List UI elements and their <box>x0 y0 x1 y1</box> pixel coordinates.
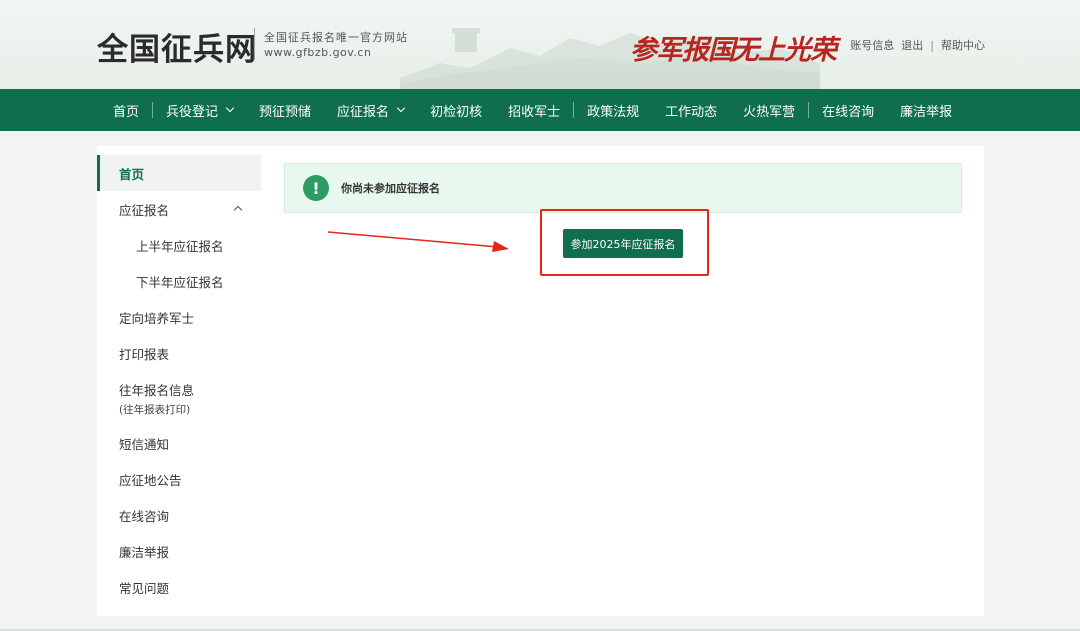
nav-home[interactable]: 首页 <box>100 89 152 131</box>
red-arrow-annotation <box>326 228 516 254</box>
account-info-link[interactable]: 账号信息 <box>850 37 894 53</box>
sidebar-item-enlistment[interactable]: 应征报名 <box>97 191 261 227</box>
chevron-down-icon <box>226 104 234 112</box>
sidebar-item-home[interactable]: 首页 <box>97 155 261 191</box>
sidebar-item-faq[interactable]: 常见问题 <box>97 569 261 605</box>
nav-initial-check[interactable]: 初检初核 <box>417 89 495 131</box>
help-center-link[interactable]: 帮助中心 <box>941 37 985 53</box>
nav-pre-recruit[interactable]: 预征预储 <box>246 89 324 131</box>
sidebar-item-integrity-report[interactable]: 廉洁举报 <box>97 533 261 569</box>
exclamation-icon: ! <box>303 175 329 201</box>
sidebar-item-second-half[interactable]: 下半年应征报名 <box>97 263 261 299</box>
logo-divider <box>254 28 255 60</box>
sidebar-item-print-forms[interactable]: 打印报表 <box>97 335 261 371</box>
alert-message: 你尚未参加应征报名 <box>341 180 440 196</box>
slogan-join-army: 参军报国 <box>630 28 734 67</box>
sidebar: 首页 应征报名 上半年应征报名 下半年应征报名 定向培养军士 打印报表 往年报名… <box>97 146 261 616</box>
chevron-up-icon <box>234 206 242 214</box>
main-nav: 首页 兵役登记 预征预储 应征报名 初检初核 招收军士 政策法规 工作动态 火热… <box>0 89 1080 131</box>
nav-recruit-sergeant[interactable]: 招收军士 <box>495 89 573 131</box>
nav-work-news[interactable]: 工作动态 <box>652 89 730 131</box>
sidebar-item-past-records-note: (往年报表打印) <box>119 402 190 417</box>
site-url: www.gfbzb.gov.cn <box>264 46 371 59</box>
slogan-glory: 无上光荣 <box>732 28 836 67</box>
site-subtitle: 全国征兵报名唯一官方网站 <box>264 29 408 45</box>
nav-enlistment-signup[interactable]: 应征报名 <box>324 89 417 131</box>
nav-military-registration[interactable]: 兵役登记 <box>153 89 246 131</box>
sidebar-item-local-notice[interactable]: 应征地公告 <box>97 461 261 497</box>
nav-policies[interactable]: 政策法规 <box>574 89 652 131</box>
sidebar-item-online-consult[interactable]: 在线咨询 <box>97 497 261 533</box>
chevron-down-icon <box>397 104 405 112</box>
site-title[interactable]: 全国征兵网 <box>97 24 257 69</box>
nav-military-camp[interactable]: 火热军营 <box>730 89 808 131</box>
not-registered-alert: ! 你尚未参加应征报名 <box>284 163 962 213</box>
logout-link[interactable]: 退出 <box>901 37 923 53</box>
top-links: 账号信息 退出 | 帮助中心 <box>850 37 985 53</box>
join-2025-enlistment-button[interactable]: 参加2025年应征报名 <box>563 229 683 258</box>
nav-online-consult[interactable]: 在线咨询 <box>809 89 887 131</box>
sidebar-item-directed-sergeant[interactable]: 定向培养军士 <box>97 299 261 335</box>
top-links-separator: | <box>930 39 934 52</box>
sidebar-item-sms[interactable]: 短信通知 <box>97 425 261 461</box>
sidebar-item-first-half[interactable]: 上半年应征报名 <box>97 227 261 263</box>
nav-integrity-report[interactable]: 廉洁举报 <box>887 89 965 131</box>
site-header: 全国征兵网 全国征兵报名唯一官方网站 www.gfbzb.gov.cn 参军报国… <box>0 0 1080 89</box>
